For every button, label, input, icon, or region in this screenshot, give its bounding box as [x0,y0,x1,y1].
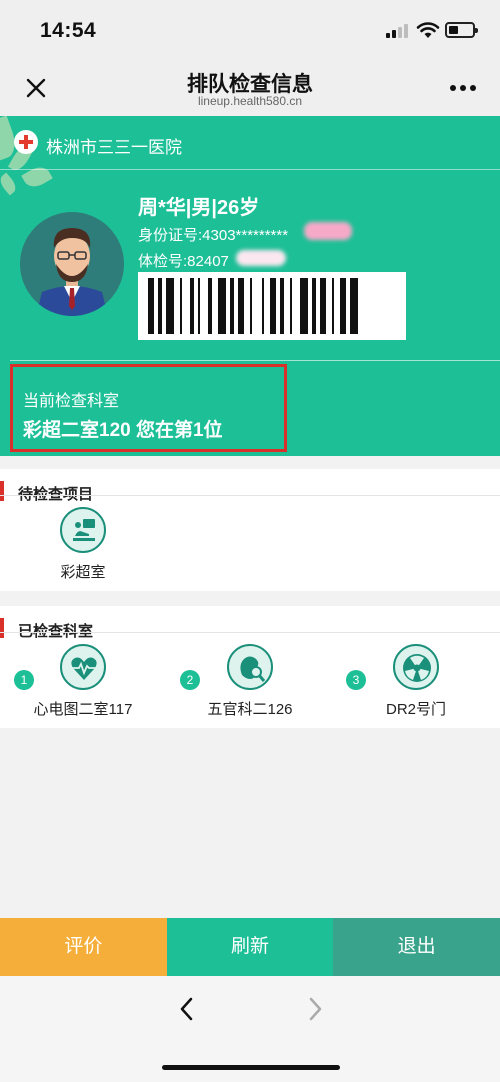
patient-card: 株洲市三三一医院 周*华|男|26岁 身份证号:4303********* 体检… [0,116,500,456]
completed-item-label: 心电图二室117 [33,701,133,718]
rate-button[interactable]: 评价 [0,918,167,976]
page-url: lineup.health580.cn [197,94,303,108]
forward-chevron-icon[interactable] [304,996,326,1022]
back-chevron-icon[interactable] [176,996,198,1022]
exam-number: 体检号:82407 [138,253,229,270]
heart-ecg-icon [60,644,106,690]
action-bar: 评价 刷新 退出 [0,918,500,976]
hospital-cross-icon [14,130,38,154]
pending-section: 待检查项目 彩超室 [0,469,500,591]
browser-toolbar [0,976,500,1082]
current-department-box: 当前检查科室 彩超二室120 您在第1位 [10,364,287,452]
barcode [138,272,406,340]
redaction-blur [236,250,286,266]
section-title: 已检查科室 [18,623,94,640]
completed-item-label: DR2号门 [385,701,446,718]
exit-button[interactable]: 退出 [333,918,500,976]
completed-section: 已检查科室 1 心电图二室117 2 五官科二126 3 DR2号门 [0,606,500,728]
completed-item[interactable]: 心电图二室117 [33,644,133,719]
step-number: 2 [180,670,200,690]
home-indicator [162,1065,340,1070]
battery-icon [445,22,478,38]
divider [0,169,500,170]
signal-icon [386,24,408,38]
section-title: 待检查项目 [18,486,94,503]
step-number: 1 [14,670,34,690]
leaf-decoration [0,172,20,196]
step-number: 3 [346,670,366,690]
leaf-decoration [21,162,53,192]
ent-icon [227,644,273,690]
more-icon[interactable] [450,85,476,93]
patient-name: 周*华|男|26岁 [138,197,260,219]
status-time: 14:54 [40,19,97,42]
pending-item[interactable]: 彩超室 [48,507,118,582]
patient-id-number: 身份证号:4303********* [138,227,289,244]
nav-bar: 排队检查信息 lineup.health580.cn [0,60,500,116]
queue-status: 彩超二室120 您在第1位 [23,420,223,441]
redaction-blur [304,222,352,240]
avatar [20,212,124,316]
refresh-button[interactable]: 刷新 [166,918,334,976]
completed-item-label: 五官科二126 [207,701,293,718]
completed-item[interactable]: DR2号门 [366,644,466,719]
status-bar: 14:54 [0,0,500,60]
radiation-icon [393,644,439,690]
completed-item[interactable]: 五官科二126 [200,644,300,719]
hospital-name: 株洲市三三一医院 [46,138,182,157]
divider [10,360,500,361]
wifi-icon [416,22,440,38]
ultrasound-icon [60,507,106,553]
current-department-label: 当前检查科室 [23,393,120,410]
pending-item-label: 彩超室 [60,564,106,581]
